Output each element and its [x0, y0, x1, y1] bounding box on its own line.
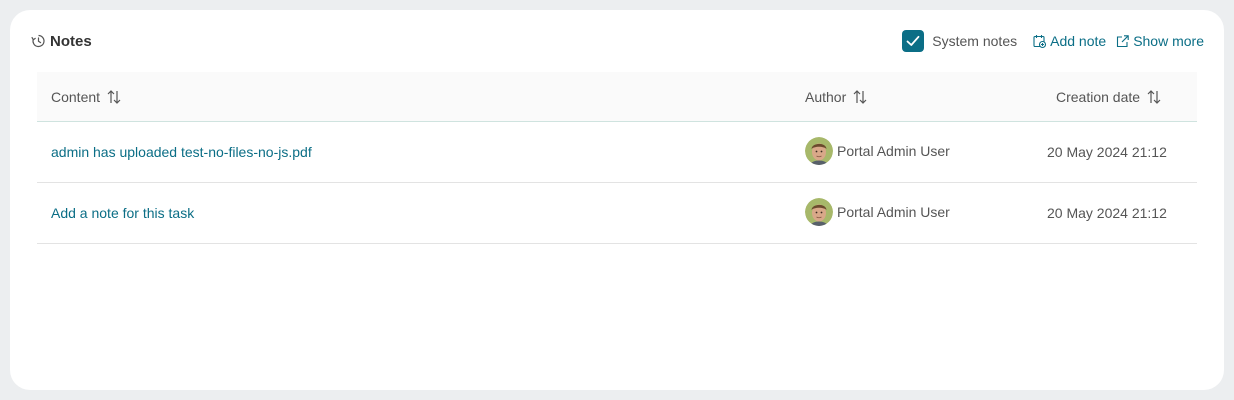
- sort-icon[interactable]: [852, 89, 868, 105]
- table-header: Content Author Creation date: [37, 72, 1197, 122]
- note-content-cell: Add a note for this task: [51, 183, 194, 243]
- page-title: Notes: [50, 33, 92, 50]
- sort-icon[interactable]: [106, 89, 122, 105]
- title-wrap: Notes: [30, 30, 92, 52]
- date-cell: 20 May 2024 21:12: [1047, 122, 1167, 182]
- avatar: [805, 136, 833, 165]
- note-content-cell: admin has uploaded test-no-files-no-js.p…: [51, 122, 312, 182]
- notes-panel: Notes System notes Add note Show more Co…: [10, 10, 1224, 390]
- add-note-button[interactable]: Add note: [1032, 33, 1106, 49]
- show-more-button[interactable]: Show more: [1115, 33, 1204, 49]
- add-note-label: Add note: [1050, 33, 1107, 49]
- column-label-author: Author: [805, 88, 847, 105]
- note-content-link[interactable]: Add a note for this task: [51, 205, 194, 221]
- table-row: admin has uploaded test-no-files-no-js.p…: [37, 122, 1197, 183]
- author-name: Portal Admin User: [837, 203, 950, 220]
- header-actions: System notes Add note Show more: [902, 30, 1204, 52]
- external-link-icon: [1115, 34, 1130, 49]
- column-label-content: Content: [51, 88, 101, 105]
- column-label-creation-date: Creation date: [1056, 88, 1141, 105]
- show-more-label: Show more: [1133, 33, 1204, 49]
- creation-date: 20 May 2024 21:12: [1047, 144, 1167, 160]
- sort-icon[interactable]: [1146, 89, 1162, 105]
- author-name: Portal Admin User: [837, 142, 950, 159]
- system-notes-checkbox[interactable]: [902, 30, 925, 52]
- add-note-icon: [1032, 34, 1047, 49]
- notes-header: Notes System notes Add note Show more: [10, 10, 1224, 72]
- notes-table: Content Author Creation date admin has u…: [37, 72, 1197, 244]
- avatar: [805, 197, 833, 226]
- date-cell: 20 May 2024 21:12: [1047, 183, 1167, 243]
- column-header-author[interactable]: Author: [805, 72, 868, 121]
- author-cell: Portal Admin User: [805, 183, 950, 243]
- system-notes-label: System notes: [932, 33, 1018, 49]
- check-icon: [906, 35, 920, 46]
- column-header-creation-date[interactable]: Creation date: [1056, 72, 1162, 121]
- history-icon: [30, 33, 46, 49]
- creation-date: 20 May 2024 21:12: [1047, 205, 1167, 221]
- author-cell: Portal Admin User: [805, 122, 950, 182]
- table-row: Add a note for this task Portal Admin Us…: [37, 183, 1197, 244]
- column-header-content[interactable]: Content: [51, 72, 122, 121]
- note-content-link[interactable]: admin has uploaded test-no-files-no-js.p…: [51, 144, 312, 160]
